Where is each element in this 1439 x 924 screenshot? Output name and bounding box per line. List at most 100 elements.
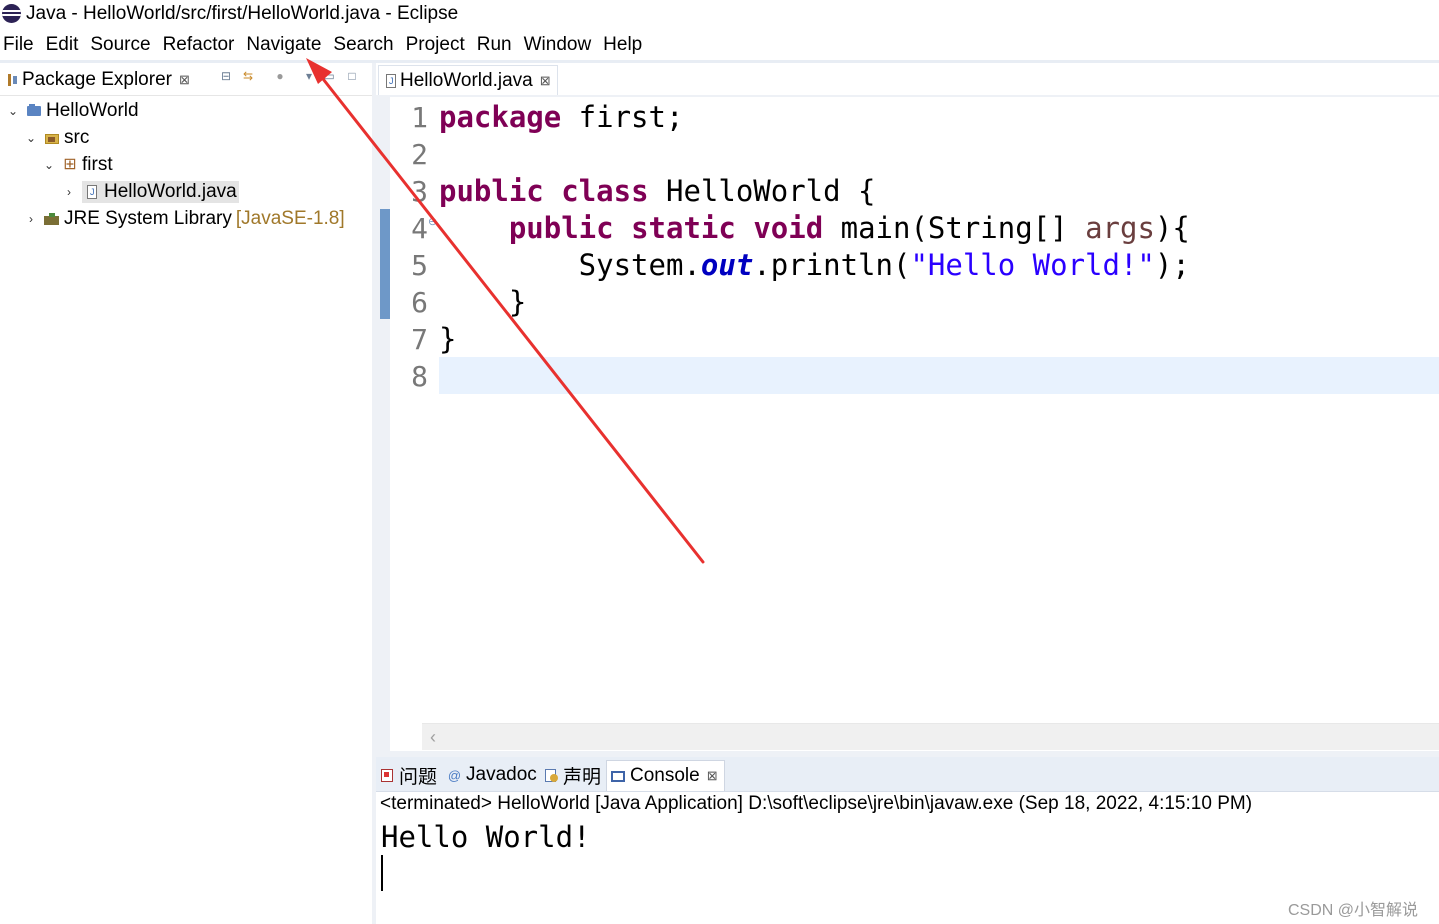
line-number: 1 [411,101,428,134]
tree-item-src[interactable]: ⌄ src [24,125,89,151]
console-caret [381,855,383,891]
tab-label: Javadoc [466,764,537,785]
editor-view: HelloWorld.java ⊠ 1 2 3 4 5 6 7 8 ⊖ pack… [376,63,1439,751]
tree-item-project[interactable]: ⌄ HelloWorld [6,98,139,124]
code-line-1: package first; [439,99,683,136]
project-folder-icon [26,104,42,118]
chevron-right-icon[interactable]: › [24,212,38,226]
menu-file[interactable]: File [0,30,41,60]
menu-project[interactable]: Project [401,30,472,60]
javadoc-icon: @ [447,767,462,783]
horizontal-scrollbar[interactable]: ‹ [422,723,1439,750]
tree-item-label: first [82,154,113,175]
tab-javadoc[interactable]: @ Javadoc [447,760,537,790]
library-icon [44,212,60,226]
tree-item-label: JRE System Library [64,208,232,229]
parameter: args [1085,211,1155,245]
title-bar: Java - HelloWorld/src/first/HelloWorld.j… [0,0,1439,28]
tree-item-jre-library[interactable]: › JRE System Library [JavaSE-1.8] [24,206,345,232]
console-output[interactable]: Hello World! [381,819,591,855]
window-title: Java - HelloWorld/src/first/HelloWorld.j… [26,3,459,24]
line-number: 3 [411,175,428,208]
code-line-3: public class HelloWorld { [439,173,876,210]
menu-edit[interactable]: Edit [41,30,86,60]
current-line-highlight [439,357,1439,394]
tab-console[interactable]: Console ⊠ [606,760,725,791]
menu-window[interactable]: Window [519,30,599,60]
menu-run[interactable]: Run [472,30,519,60]
tab-problems[interactable]: 问题 [380,760,437,790]
tree-item-label: HelloWorld.java [104,181,237,202]
chevron-down-icon[interactable]: ⌄ [24,131,38,145]
tree-item-label: src [64,127,90,148]
tab-declaration[interactable]: 声明 [544,760,601,790]
selected-item: HelloWorld.java [82,181,239,203]
editor-tabbar: HelloWorld.java ⊠ [376,63,1439,96]
keyword: public [508,211,614,245]
link-with-editor-icon[interactable]: ⇆ [241,69,255,83]
menu-source[interactable]: Source [85,30,157,60]
package-explorer-view: Package Explorer ⊠ ⊟ ⇆ ● ▾ ▭ □ ⌄ HelloWo… [0,63,372,924]
close-icon[interactable]: ⊠ [707,768,718,784]
minimize-icon[interactable]: ▭ [322,69,336,83]
problems-icon [380,768,395,783]
declaration-icon [544,768,559,783]
library-decoration: [JavaSE-1.8] [235,208,345,229]
bottom-panel: 问题 @ Javadoc 声明 Console ⊠ <terminated> H… [376,757,1439,924]
code-editor[interactable]: 1 2 3 4 5 6 7 8 ⊖ package first; public … [380,97,1439,723]
tab-package-explorer[interactable]: Package Explorer ⊠ [2,65,190,95]
watermark: CSDN @小智解说 [1288,902,1419,919]
chevron-right-icon[interactable]: › [62,185,76,199]
tab-label: Console [630,765,700,786]
source-folder-icon [44,131,60,145]
package-icon: ⊞ [63,156,77,173]
code-text: .println( [753,248,911,282]
line-number: 8 [411,360,428,393]
menu-refactor[interactable]: Refactor [158,30,242,60]
close-icon[interactable]: ⊠ [179,72,190,88]
keyword: class [561,174,649,208]
code-line-6: } [439,285,527,319]
collapse-all-icon[interactable]: ⊟ [219,69,233,83]
package-explorer-tabbar: Package Explorer ⊠ ⊟ ⇆ ● ▾ ▭ □ [0,63,372,96]
tab-label: 声明 [563,766,602,788]
console-icon [611,769,626,784]
menu-navigate[interactable]: Navigate [241,30,328,60]
chevron-down-icon[interactable]: ⌄ [6,104,20,118]
static-field: out [700,248,754,282]
scroll-left-icon[interactable]: ‹ [422,727,444,747]
line-number: 6 [411,286,428,319]
tab-label: 问题 [399,766,438,788]
chevron-down-icon[interactable]: ⌄ [42,158,56,172]
keyword: public [439,174,544,208]
maximize-icon[interactable]: □ [345,69,359,83]
tree-item-java-file[interactable]: › HelloWorld.java [62,179,239,205]
java-file-icon [84,185,100,199]
close-icon[interactable]: ⊠ [540,73,551,89]
keyword: package [439,100,562,134]
tree-item-package[interactable]: ⌄ ⊞ first [42,152,113,178]
quick-diff-change-marker [380,209,390,319]
menu-bar: File Edit Source Refactor Navigate Searc… [0,30,1439,60]
bottom-tabbar: 问题 @ Javadoc 声明 Console ⊠ [376,757,1439,792]
code-text: ){ [1154,211,1190,245]
package-explorer-icon [6,73,18,87]
code-text: main(String[] [823,211,1086,245]
code-text: System. [439,248,701,282]
fold-collapse-icon[interactable]: ⊖ [428,215,438,228]
eclipse-logo-icon [2,4,21,23]
editor-left-gutter [376,95,390,751]
view-menu-chevron-down-icon[interactable]: ▾ [302,69,316,83]
editor-tab-label: HelloWorld.java [400,70,533,91]
focus-icon[interactable]: ● [273,69,287,83]
code-line-4: public static void main(String[] args){ [439,210,1190,247]
menu-help[interactable]: Help [598,30,649,60]
tab-hello-world-java[interactable]: HelloWorld.java ⊠ [378,65,558,96]
string-literal: "Hello World!" [910,248,1155,282]
console-status-header: <terminated> HelloWorld [Java Applicatio… [380,793,1253,814]
code-text: ); [1154,248,1190,282]
menu-search[interactable]: Search [328,30,400,60]
code-line-5: System.out.println("Hello World!"); [439,247,1190,284]
line-number: 4 [411,212,428,245]
code-text: first; [561,100,684,134]
